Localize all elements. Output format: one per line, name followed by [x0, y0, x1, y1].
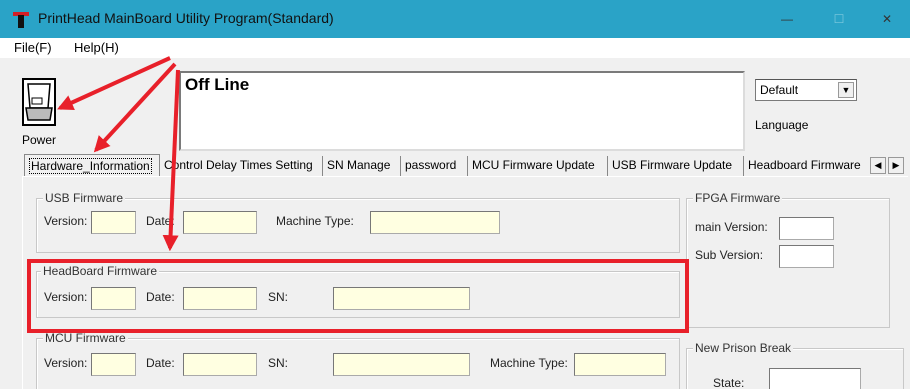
maximize-icon: ☐ [833, 12, 845, 26]
mcu-sn-label: SN: [268, 356, 289, 370]
usb-firmware-title: USB Firmware [43, 191, 126, 205]
mcu-firmware-title: MCU Firmware [43, 331, 128, 345]
tab-hardware-information[interactable]: Hardware_Information [24, 154, 160, 176]
power-switch-icon[interactable] [22, 78, 56, 126]
tab-strip: Hardware_Information Control Delay Times… [22, 154, 910, 176]
fpga-sub-version-field [779, 245, 834, 268]
mcu-date-label: Date: [146, 356, 175, 370]
minimize-button[interactable]: — [764, 0, 810, 38]
mcu-machine-type-field [574, 353, 666, 376]
language-selected-value: Default [760, 83, 799, 97]
app-logo-icon [13, 12, 29, 28]
tab-control-delay-times[interactable]: Control Delay Times Setting [160, 156, 323, 176]
language-select[interactable]: Default ▼ [755, 79, 857, 101]
tab-sn-manage[interactable]: SN Manage [323, 156, 401, 176]
menu-help[interactable]: Help(H) [74, 40, 119, 55]
usb-version-label: Version: [44, 214, 88, 228]
close-icon: ✕ [881, 12, 893, 26]
tab-scroll-left-icon[interactable]: ◀ [870, 157, 886, 174]
mcu-version-field [91, 353, 136, 376]
usb-machine-type-field [370, 211, 500, 234]
menu-file[interactable]: File(F) [14, 40, 52, 55]
annotation-highlight-box [27, 259, 689, 333]
annotation-arrow-to-hardware-tab [93, 62, 177, 153]
prison-break-title: New Prison Break [693, 341, 794, 355]
annotation-arrow-to-power [57, 56, 171, 110]
tab-mcu-firmware-update[interactable]: MCU Firmware Update [468, 156, 608, 176]
usb-machine-type-label: Machine Type: [276, 214, 354, 228]
power-label: Power [22, 133, 57, 147]
mcu-machine-type-label: Machine Type: [490, 356, 568, 370]
language-label: Language [755, 118, 809, 132]
usb-date-label: Date: [146, 214, 175, 228]
prison-break-state-label: State: [713, 376, 745, 389]
status-display: Off Line [179, 71, 745, 151]
mcu-version-label: Version: [44, 356, 88, 370]
mcu-date-field [183, 353, 257, 376]
prison-break-state-field [769, 368, 861, 389]
tab-scroll-right-icon[interactable]: ▶ [888, 157, 904, 174]
chevron-down-icon[interactable]: ▼ [838, 82, 854, 98]
mcu-sn-field [333, 353, 470, 376]
fpga-main-version-field [779, 217, 834, 240]
maximize-button[interactable]: ☐ [816, 0, 862, 38]
fpga-main-version-label: main Version: [695, 220, 768, 234]
fpga-sub-version-label: Sub Version: [695, 248, 764, 262]
usb-version-field [91, 211, 136, 234]
close-button[interactable]: ✕ [864, 0, 910, 38]
tab-headboard-firmware[interactable]: Headboard Firmware [744, 156, 868, 176]
tab-password[interactable]: password [401, 156, 468, 176]
usb-date-field [183, 211, 257, 234]
tab-usb-firmware-update[interactable]: USB Firmware Update [608, 156, 744, 176]
minimize-icon: — [781, 12, 793, 26]
window-title: PrintHead MainBoard Utility Program(Stan… [38, 10, 334, 26]
fpga-firmware-title: FPGA Firmware [693, 191, 783, 205]
connection-status: Off Line [185, 75, 250, 94]
menu-bar: File(F) Help(H) [0, 38, 910, 58]
title-bar[interactable]: PrintHead MainBoard Utility Program(Stan… [0, 0, 910, 38]
